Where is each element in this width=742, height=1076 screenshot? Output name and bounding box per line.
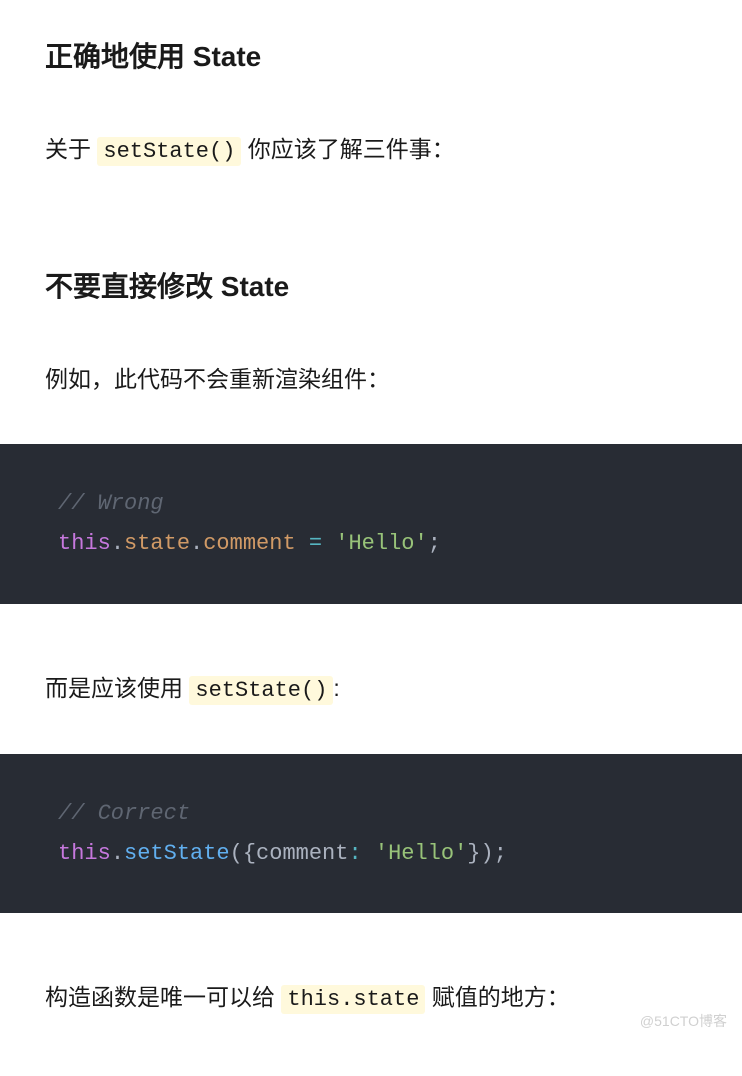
code-punct: . — [111, 531, 124, 556]
code-method: setState — [124, 841, 230, 866]
code-string: 'Hello' — [375, 841, 467, 866]
paragraph-intro: 关于 setState() 你应该了解三件事： — [45, 130, 697, 170]
code-key: comment — [256, 841, 348, 866]
code-prop: state — [124, 531, 190, 556]
code-text — [322, 531, 335, 556]
code-keyword: this — [58, 531, 111, 556]
code-op: = — [309, 531, 322, 556]
code-punct: ) — [481, 841, 494, 866]
code-block-correct: // Correct this.setState({comment: 'Hell… — [0, 754, 742, 913]
code-punct: . — [111, 841, 124, 866]
inline-code-setstate: setState() — [97, 137, 241, 166]
inline-code-setstate: setState() — [189, 676, 333, 705]
code-block-wrong: // Wrong this.state.comment = 'Hello'; — [0, 444, 742, 603]
text: 构造函数是唯一可以给 — [45, 984, 281, 1010]
heading-using-state: 正确地使用 State — [45, 35, 697, 75]
paragraph-constructor: 构造函数是唯一可以给 this.state 赋值的地方： — [45, 978, 697, 1018]
code-line: this.state.comment = 'Hello'; — [58, 524, 742, 564]
code-op: : — [348, 841, 361, 866]
code-punct: ; — [494, 841, 507, 866]
code-comment: // Wrong — [58, 491, 164, 516]
code-punct: ( — [230, 841, 243, 866]
watermark: @51CTO博客 — [640, 1011, 727, 1031]
code-punct: { — [243, 841, 256, 866]
paragraph-correct-intro: 而是应该使用 setState(): — [45, 669, 697, 709]
code-line: // Correct — [58, 794, 742, 834]
code-line: // Wrong — [58, 484, 742, 524]
paragraph-wrong-intro: 例如，此代码不会重新渲染组件： — [45, 360, 697, 399]
code-text — [296, 531, 309, 556]
code-comment: // Correct — [58, 801, 190, 826]
code-keyword: this — [58, 841, 111, 866]
heading-dont-modify-state: 不要直接修改 State — [45, 265, 697, 305]
code-punct: } — [467, 841, 480, 866]
code-punct: . — [190, 531, 203, 556]
code-text — [362, 841, 375, 866]
code-prop: comment — [203, 531, 295, 556]
text: 赋值的地方： — [425, 984, 569, 1010]
inline-code-this-state: this.state — [281, 985, 425, 1014]
code-string: 'Hello' — [335, 531, 427, 556]
code-line: this.setState({comment: 'Hello'}); — [58, 834, 742, 874]
text: 关于 — [45, 136, 97, 162]
code-punct: ; — [428, 531, 441, 556]
text: 而是应该使用 — [45, 675, 189, 701]
text: : — [333, 675, 339, 701]
text: 你应该了解三件事： — [241, 136, 454, 162]
